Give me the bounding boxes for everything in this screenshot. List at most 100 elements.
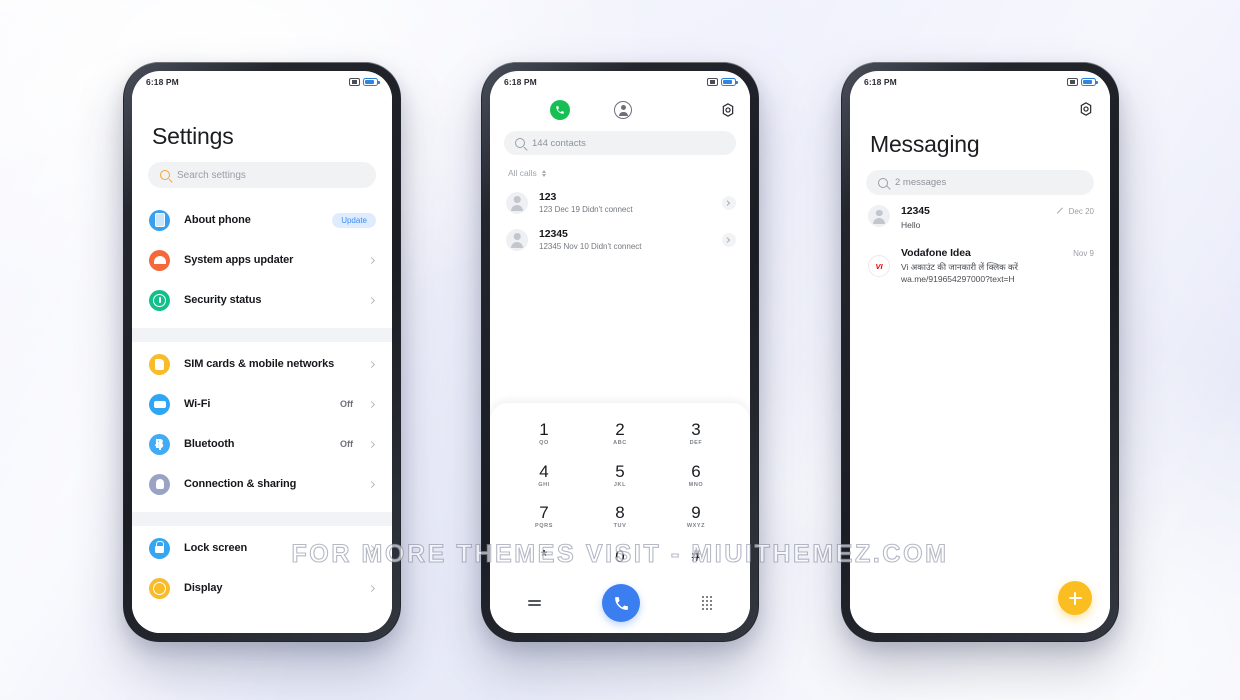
thread-head: 12345 Dec 20	[901, 205, 1094, 217]
key-number: *	[540, 547, 548, 565]
key-number: 9	[691, 503, 701, 522]
bluetooth-icon: Ƀ	[149, 433, 170, 455]
call-text: 123 123 Dec 19 Didn't connect	[539, 191, 711, 214]
phone-settings: 6:18 PM Settings Search settings About p…	[123, 62, 401, 642]
sidebar-item-display[interactable]: Display	[132, 568, 392, 608]
key-4[interactable]: 4 GHI	[538, 463, 550, 489]
list-item[interactable]: 12345 12345 Nov 10 Didn't connect	[490, 221, 750, 258]
key-number: 0	[615, 547, 625, 567]
thread-name: 12345	[901, 205, 930, 217]
list-item[interactable]: VI Vodafone Idea Nov 9 Vi अकाउंट की जानक…	[850, 237, 1110, 291]
row-label: Bluetooth	[184, 438, 235, 450]
key-number: 7	[539, 503, 549, 522]
system-apps-updater-icon	[149, 249, 170, 271]
settings-scroll: Settings Search settings About phone Upd…	[132, 93, 392, 633]
status-bar: 6:18 PM	[132, 71, 392, 93]
dialer-wrap: 144 contacts All calls 123 123 Dec 19 Di…	[490, 93, 750, 633]
call-subtitle: 123 Dec 19 Didn't connect	[539, 205, 633, 214]
call-detail-button[interactable]	[722, 232, 736, 247]
contacts-search-input[interactable]: 144 contacts	[504, 131, 736, 155]
dialer-bottom-bar	[506, 579, 734, 633]
menu-icon[interactable]	[528, 600, 541, 606]
group-divider	[132, 328, 392, 342]
key-2[interactable]: 2 ABC	[613, 421, 627, 447]
key-7[interactable]: 7 PQRS	[535, 504, 553, 530]
messaging-settings-button[interactable]	[1078, 101, 1094, 117]
settings-body[interactable]: Settings Search settings About phone Upd…	[132, 93, 392, 633]
key-6[interactable]: 6 MNO	[689, 463, 704, 489]
list-item[interactable]: 123 123 Dec 19 Didn't connect	[490, 184, 750, 221]
page-title: Messaging	[870, 131, 980, 157]
status-bar: 6:18 PM	[490, 71, 750, 93]
call-name: 12345	[539, 228, 568, 240]
sidebar-item-lock-screen[interactable]: Lock screen	[132, 528, 392, 568]
call-filter-dropdown[interactable]: All calls	[490, 155, 750, 184]
key-star[interactable]: *	[540, 547, 548, 568]
row-label: Wi-Fi	[184, 398, 211, 410]
search-icon	[878, 177, 888, 188]
sidebar-item-about-phone[interactable]: About phone Update	[132, 200, 392, 240]
gear-icon	[722, 103, 734, 117]
thread-body: 12345 Dec 20 Hello	[901, 205, 1094, 231]
background-stage: 6:18 PM Settings Search settings About p…	[0, 0, 1240, 700]
dialer-tabs	[490, 93, 750, 127]
tab-phone[interactable]	[550, 100, 570, 120]
search-placeholder: 144 contacts	[532, 137, 586, 149]
key-number: 3	[691, 420, 701, 439]
status-bar: 6:18 PM	[850, 71, 1110, 93]
sidebar-item-sim-cards[interactable]: SIM cards & mobile networks	[132, 344, 392, 384]
status-badge[interactable]: Update	[332, 212, 376, 228]
key-0[interactable]: 0	[615, 548, 624, 568]
chevron-right-icon	[367, 296, 376, 304]
thread-body: Vodafone Idea Nov 9 Vi अकाउंट की जानकारी…	[901, 247, 1094, 285]
call-text: 12345 12345 Nov 10 Didn't connect	[539, 228, 711, 251]
dialer-screen: 6:18 PM 144 contacts All calls 123 123 D…	[490, 71, 750, 633]
search-input[interactable]: Search settings	[148, 162, 376, 188]
avatar	[506, 228, 528, 251]
key-letters: MNO	[688, 481, 704, 488]
key-number: #	[691, 547, 701, 565]
status-icons	[1067, 78, 1098, 86]
chevron-right-icon	[367, 400, 376, 408]
gear-icon	[1080, 102, 1092, 116]
sidebar-item-connection-sharing[interactable]: Connection & sharing	[132, 464, 392, 504]
phone-dialer: 6:18 PM 144 contacts All calls 123 123 D…	[481, 62, 759, 642]
list-item[interactable]: 12345 Dec 20 Hello	[850, 195, 1110, 237]
key-9[interactable]: 9 WXYZ	[687, 504, 705, 530]
display-icon	[149, 577, 170, 599]
call-name: 123	[539, 191, 557, 203]
key-hash[interactable]: #	[691, 547, 701, 568]
messages-search-input[interactable]: 2 messages	[866, 170, 1094, 195]
call-button[interactable]	[602, 584, 641, 622]
sidebar-item-bluetooth[interactable]: Ƀ Bluetooth Off	[132, 424, 392, 464]
key-1[interactable]: 1 QO	[539, 421, 549, 447]
sidebar-item-system-apps-updater[interactable]: System apps updater	[132, 240, 392, 280]
sidebar-item-security-status[interactable]: Security status	[132, 280, 392, 320]
thread-name: Vodafone Idea	[901, 247, 971, 260]
chevron-right-icon	[367, 544, 376, 552]
thread-date: Dec 20	[1068, 207, 1094, 216]
settings-group-1: About phone Update System apps updater S…	[132, 198, 392, 328]
settings-group-3: Lock screen Display	[132, 526, 392, 616]
row-label: Security status	[184, 294, 262, 306]
key-8[interactable]: 8 TUV	[614, 504, 627, 530]
tab-settings[interactable]	[720, 102, 736, 118]
status-icons	[707, 78, 738, 86]
key-letters: PQRS	[535, 523, 553, 529]
tab-contacts[interactable]	[614, 101, 632, 119]
sidebar-item-wifi[interactable]: Wi-Fi Off	[132, 384, 392, 424]
key-letters: JKL	[613, 481, 627, 488]
search-icon	[515, 138, 525, 148]
row-value: Off	[340, 399, 353, 409]
key-5[interactable]: 5 JKL	[614, 463, 626, 489]
new-message-button[interactable]	[1058, 581, 1092, 615]
key-3[interactable]: 3 DEF	[690, 421, 703, 447]
row-value: Off	[340, 439, 353, 449]
thread-preview: Vi अकाउंट की जानकारी लें क्लिक करें wa.m…	[901, 262, 1018, 284]
call-detail-button[interactable]	[722, 195, 736, 210]
settings-screen: 6:18 PM Settings Search settings About p…	[132, 71, 392, 633]
battery-icon	[721, 78, 738, 86]
keypad-icon[interactable]	[701, 595, 712, 611]
battery-icon	[363, 78, 380, 86]
key-number: 2	[615, 420, 625, 439]
